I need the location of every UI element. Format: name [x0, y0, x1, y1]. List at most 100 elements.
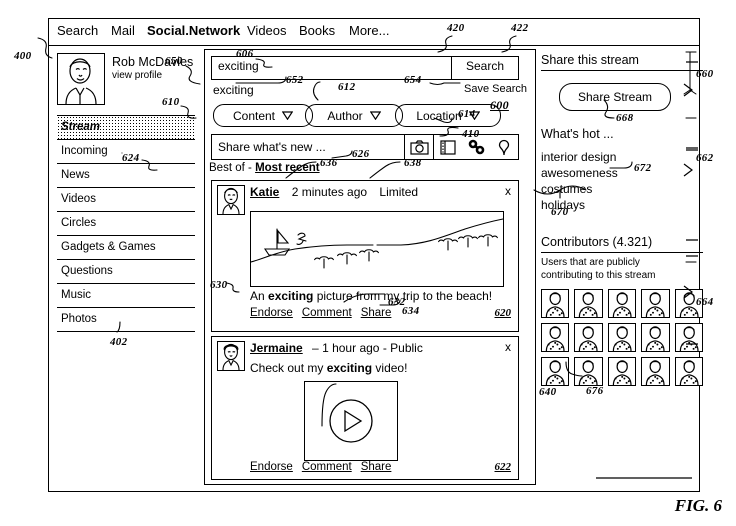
sidebar-item-news[interactable]: News — [57, 164, 195, 188]
contributors-subtitle: Users that are publicly contributing to … — [541, 257, 703, 282]
user-portrait-icon[interactable] — [541, 357, 570, 386]
comment-button[interactable]: Comment — [302, 307, 352, 319]
sidebar-item-music[interactable]: Music — [57, 284, 195, 308]
sidebar-item-gadgets-and-games[interactable]: Gadgets & Games — [57, 236, 195, 260]
filter-label: Location — [416, 108, 462, 123]
user-portrait-icon[interactable] — [607, 323, 637, 352]
comment-button[interactable]: Comment — [302, 461, 352, 473]
composer-input[interactable]: Share what's new ... — [212, 140, 404, 154]
hot-item-costumes[interactable]: costumes — [541, 181, 703, 197]
sidebar-item-label: Questions — [61, 265, 113, 277]
save-search-link[interactable]: Save Search — [464, 83, 527, 95]
ref-420: 420 — [447, 22, 465, 34]
post-body: An exciting picture from my trip to the … — [250, 289, 492, 303]
user-portrait-icon[interactable] — [674, 357, 703, 386]
share-button[interactable]: Share — [361, 461, 392, 473]
share-stream-button[interactable]: Share Stream — [559, 83, 671, 111]
sort-separator: - — [248, 162, 252, 174]
post-actions: Endorse Comment Share — [250, 307, 400, 319]
contributors-subtitle-line1: Users that are publicly — [541, 257, 640, 268]
sort-option-most-recent[interactable]: Most recent — [255, 162, 320, 174]
sidebar-item-stream[interactable]: Stream — [57, 116, 195, 140]
endorse-button[interactable]: Endorse — [250, 461, 293, 473]
contributors-title: Contributors (4.321) — [541, 235, 653, 249]
filter-label: Author — [327, 108, 363, 123]
nav-item-books[interactable]: Books — [299, 23, 335, 38]
post-author[interactable]: Katie — [250, 185, 279, 199]
top-navigation-bar: Search Mail Social.Network Videos Books … — [49, 19, 699, 46]
video-player[interactable] — [304, 381, 398, 461]
share-button[interactable]: Share — [361, 307, 392, 319]
nav-item-social-network[interactable]: Social.Network — [147, 23, 240, 38]
ref-652: 652 — [286, 74, 304, 86]
contributor-grid — [541, 289, 703, 386]
ref-606: 606 — [236, 48, 254, 60]
user-portrait-icon[interactable] — [541, 289, 570, 318]
nav-item-more[interactable]: More... — [349, 23, 389, 38]
user-portrait-icon[interactable] — [607, 357, 637, 386]
sort-option-best-of[interactable]: Best of — [209, 162, 245, 174]
close-icon[interactable]: x — [505, 340, 511, 354]
post-actions: Endorse Comment Share — [250, 461, 400, 473]
query-echo-label: exciting — [213, 83, 254, 97]
user-portrait-icon[interactable] — [574, 289, 603, 318]
stream-panel: exciting Search exciting Save Search Con… — [204, 49, 536, 485]
ref-650: 650 — [165, 55, 183, 67]
sidebar-item-label: News — [61, 169, 90, 181]
sidebar-item-videos[interactable]: Videos — [57, 188, 195, 212]
ref-630: 630 — [210, 279, 228, 291]
ref-410: 410 — [462, 128, 480, 140]
post-author[interactable]: Jermaine — [250, 341, 303, 355]
divider — [541, 70, 703, 71]
user-portrait-icon[interactable] — [574, 357, 603, 386]
user-portrait-icon — [57, 53, 105, 105]
camera-icon[interactable] — [404, 135, 433, 159]
chevron-down-icon — [369, 109, 381, 123]
endorse-button[interactable]: Endorse — [250, 307, 293, 319]
sidebar-item-circles[interactable]: Circles — [57, 212, 195, 236]
close-icon[interactable]: x — [505, 184, 511, 198]
video-icon[interactable] — [433, 135, 462, 159]
user-portrait-icon[interactable] — [541, 323, 570, 352]
user-portrait-icon — [217, 341, 245, 371]
user-portrait-icon[interactable] — [641, 323, 670, 352]
post-body-highlight: exciting — [326, 361, 373, 375]
ref-600-center: 600 — [490, 98, 509, 112]
sidebar-item-questions[interactable]: Questions — [57, 260, 195, 284]
user-portrait-icon[interactable] — [641, 289, 670, 318]
filter-location-dropdown[interactable]: Location — [395, 104, 501, 127]
filter-author-dropdown[interactable]: Author — [305, 104, 403, 127]
ref-634: 634 — [402, 305, 420, 317]
nav-item-search[interactable]: Search — [57, 23, 98, 38]
view-profile-link[interactable]: view profile — [112, 69, 193, 82]
sidebar-item-label: Incoming — [61, 145, 108, 157]
sidebar: Rob McDavies view profile Stream Incomin… — [57, 53, 195, 332]
post-meta-dash: - — [382, 341, 387, 355]
sidebar-item-photos[interactable]: Photos — [57, 308, 195, 332]
nav-item-mail[interactable]: Mail — [111, 23, 135, 38]
user-portrait-icon[interactable] — [607, 289, 637, 318]
user-portrait-icon[interactable] — [574, 323, 603, 352]
sidebar-item-label: Stream — [61, 121, 100, 133]
user-portrait-icon[interactable] — [674, 323, 703, 352]
user-portrait-icon[interactable] — [641, 357, 670, 386]
post-body: Check out my exciting video! — [250, 361, 407, 375]
post-reference-number: 620 — [494, 307, 512, 319]
post-audience: Limited — [379, 185, 419, 199]
sidebar-item-label: Gadgets & Games — [61, 241, 156, 253]
figure-label: FIG. 6 — [674, 496, 722, 515]
ref-610: 610 — [162, 96, 180, 108]
filter-content-dropdown[interactable]: Content — [213, 104, 313, 127]
hot-item-interior-design[interactable]: interior design — [541, 149, 703, 165]
ref-400: 400 — [14, 50, 32, 62]
post-card: Jermaine – 1 hour ago - Public x Check o… — [211, 336, 519, 480]
right-sidebar: Share this stream Share Stream What's ho… — [541, 53, 703, 386]
whats-hot-title: What's hot ... — [541, 127, 614, 141]
location-pin-icon[interactable] — [490, 135, 518, 159]
hot-item-awesomeness[interactable]: awesomeness — [541, 165, 703, 181]
post-image[interactable] — [250, 211, 504, 287]
post-time: 2 minutes ago — [291, 185, 368, 199]
search-bar: exciting Search — [211, 56, 519, 80]
nav-item-videos[interactable]: Videos — [247, 23, 287, 38]
search-button[interactable]: Search — [451, 57, 518, 79]
